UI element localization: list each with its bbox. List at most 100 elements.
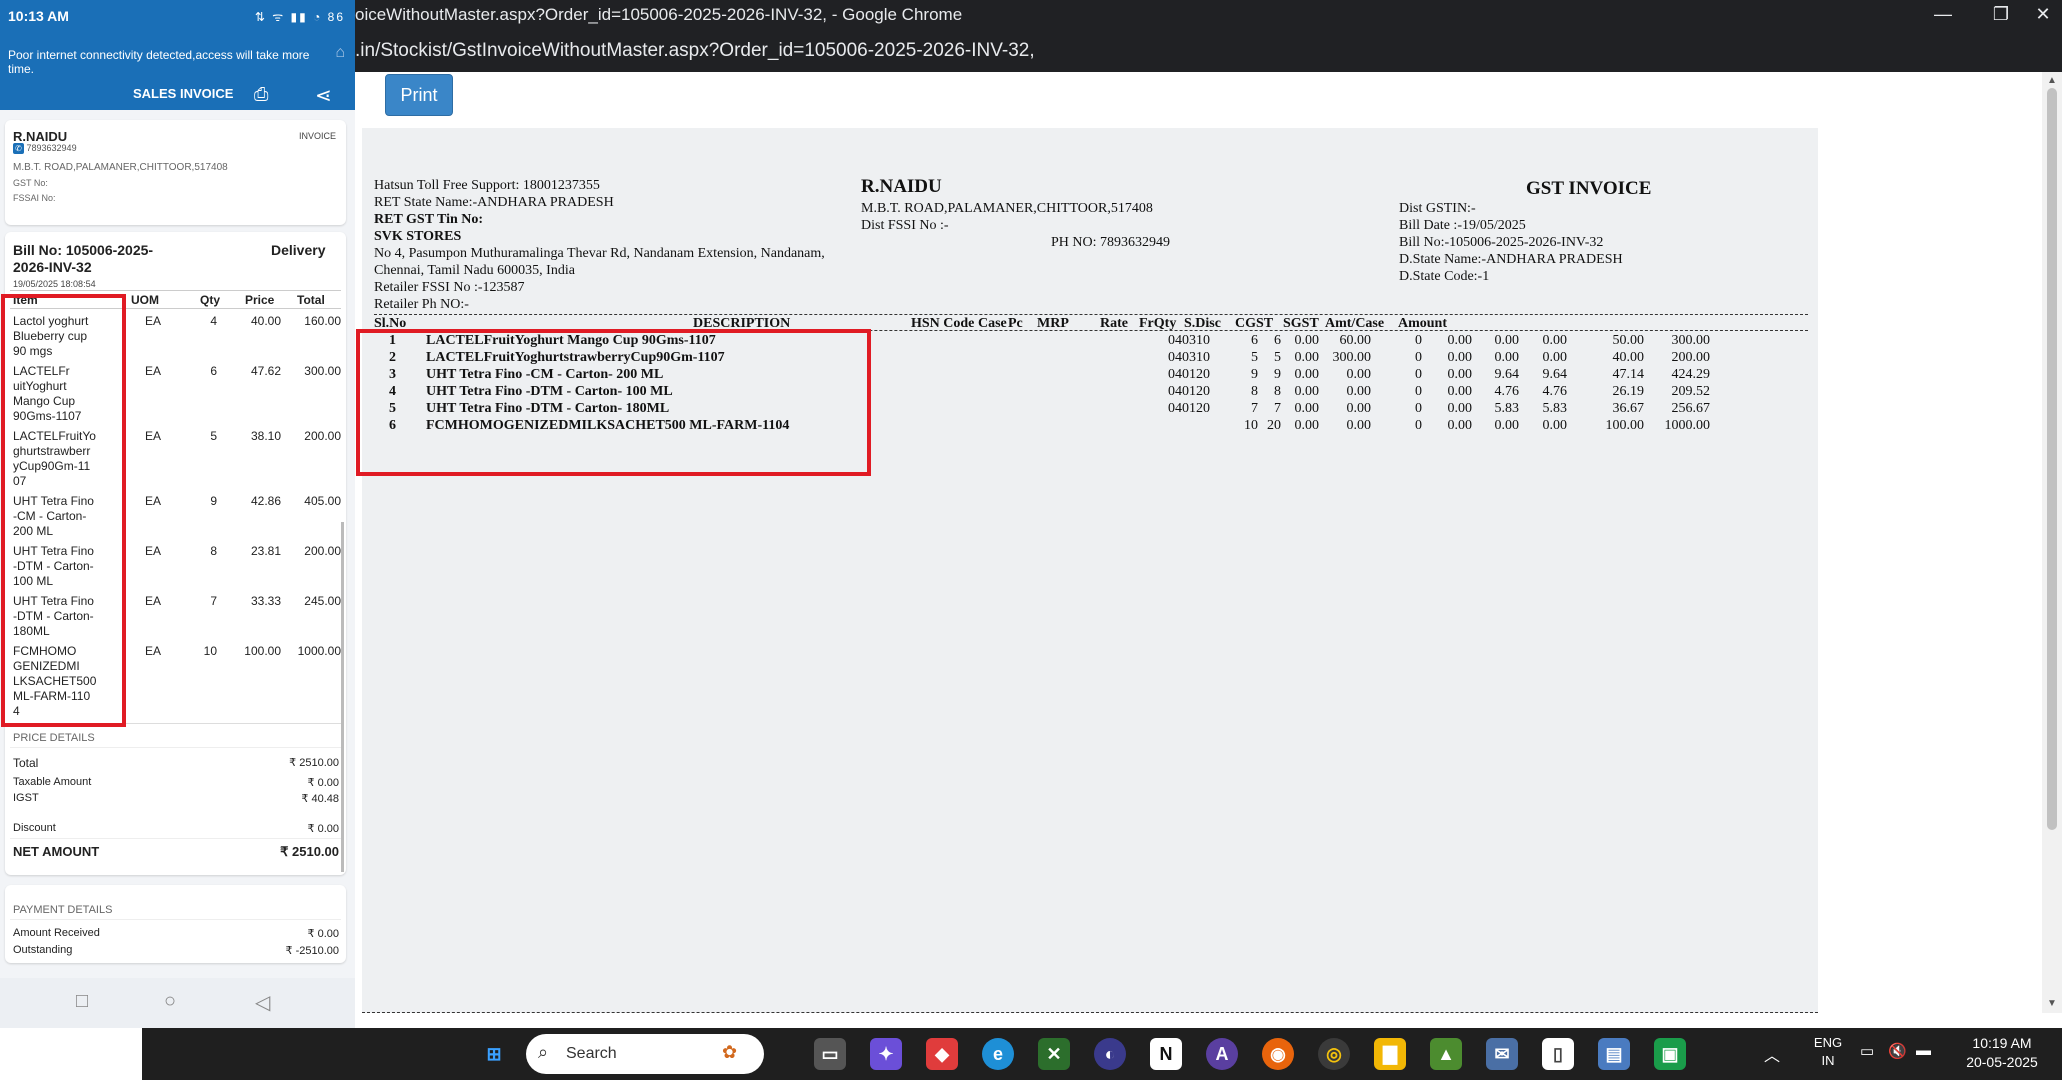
invoice-cell-sgst: 4.76 — [1542, 384, 1568, 399]
taxable-value: ₹ 0.00 — [307, 777, 339, 789]
task-view-icon[interactable]: ▭ — [814, 1038, 846, 1070]
phone-time: 10:13 AM — [8, 8, 69, 24]
invoice-cell-sgst: 5.83 — [1542, 401, 1568, 416]
item-uom: EA — [145, 494, 162, 508]
window-title-bar: oiceWithoutMaster.aspx?Order_id=105006-2… — [355, 0, 2062, 30]
list-scrollbar[interactable] — [341, 522, 344, 872]
taskbar-search[interactable]: ⌕ Search ✿ — [526, 1034, 764, 1074]
price-details-heading: PRICE DETAILS — [13, 732, 95, 744]
notepad-icon[interactable]: ▯ — [1542, 1038, 1574, 1070]
item-qty: 6 — [210, 364, 217, 378]
invoice-cell-amount: 200.00 — [1671, 350, 1711, 365]
invoice-cell-hsn: 040120 — [1168, 401, 1210, 416]
invoice-cell-amtcase: 100.00 — [1605, 418, 1645, 433]
retailer-fssi: Retailer FSSI No :-123587 — [374, 280, 525, 295]
bill-date: Bill Date :-19/05/2025 — [1399, 218, 1526, 233]
invoice-cell-amount: 424.29 — [1671, 367, 1711, 382]
invoice-cell-case: 9 — [1251, 367, 1258, 382]
chrome-window: oiceWithoutMaster.aspx?Order_id=105006-2… — [355, 0, 2062, 1013]
tray-chevron-icon[interactable]: ︿ — [1764, 1042, 1780, 1066]
scroll-up-icon[interactable]: ▲ — [2045, 74, 2059, 88]
mail-icon[interactable]: ✉ — [1486, 1038, 1518, 1070]
item-price: 38.10 — [250, 429, 281, 443]
battery-icon[interactable]: ▬ — [1916, 1042, 1931, 1059]
invoice-cell-pc: 9 — [1274, 367, 1281, 382]
sheets-tool-icon[interactable]: ✕ — [1038, 1038, 1070, 1070]
bill-datetime: 19/05/2025 18:08:54 — [13, 279, 96, 289]
recents-icon[interactable]: □ — [76, 990, 88, 1013]
edge-icon[interactable]: e — [982, 1038, 1014, 1070]
system-clock[interactable]: 10:19 AM 20-05-2025 — [1952, 1034, 2052, 1072]
customer-address: M.B.T. ROAD,PALAMANER,CHITTOOR,517408 — [13, 162, 228, 173]
anydesk-icon[interactable]: ◆ — [926, 1038, 958, 1070]
scroll-down-icon[interactable]: ▼ — [2045, 997, 2059, 1011]
net-amount-value: ₹ 2510.00 — [280, 844, 339, 859]
igst-value: ₹ 40.48 — [301, 793, 339, 805]
file-explorer-icon[interactable]: ▇ — [1374, 1038, 1406, 1070]
firefox-icon[interactable]: ◉ — [1262, 1038, 1294, 1070]
invoice-cell-frqty: 0 — [1415, 384, 1422, 399]
invoice-cell-amtcase: 47.14 — [1612, 367, 1645, 382]
eclipse-icon[interactable]: ◐ — [1094, 1038, 1126, 1070]
chat-icon[interactable]: ▤ — [1598, 1038, 1630, 1070]
phone-icon: ✆ — [13, 143, 24, 155]
invoice-cell-rate: 300.00 — [1332, 350, 1372, 365]
invoice-cell-rate: 0.00 — [1346, 401, 1372, 416]
invoice-cell-hsn: 040310 — [1168, 350, 1210, 365]
item-price: 47.62 — [250, 364, 281, 378]
copilot-icon[interactable]: ✦ — [870, 1038, 902, 1070]
item-price: 100.00 — [244, 644, 281, 658]
volume-muted-icon[interactable]: 🔇 — [1888, 1042, 1907, 1060]
chrome-icon[interactable]: ◎ — [1318, 1038, 1350, 1070]
invoice-column-header: S.Disc — [1184, 316, 1221, 331]
back-icon[interactable]: ◁ — [255, 990, 270, 1015]
item-qty: 7 — [210, 594, 217, 608]
invoice-column-header: MRP — [1037, 316, 1069, 331]
app-a-icon[interactable]: A — [1206, 1038, 1238, 1070]
total-label: Total — [13, 756, 39, 770]
distributor-address: M.B.T. ROAD,PALAMANER,CHITTOOR,517408 — [861, 201, 1153, 216]
invoice-cell-mrp: 0.00 — [1294, 384, 1320, 399]
invoice-cell-cgst: 4.76 — [1494, 384, 1520, 399]
close-button[interactable]: ✕ — [2015, 0, 2062, 30]
table-top-rule — [374, 314, 1808, 315]
invoice-cell-amtcase: 26.19 — [1612, 384, 1645, 399]
language-indicator[interactable]: ENG IN — [1808, 1034, 1848, 1070]
bill-number: Bill No:-105006-2025-2026-INV-32 — [1399, 235, 1604, 250]
invoice-cell-frqty: 0 — [1415, 367, 1422, 382]
scroll-thumb[interactable] — [2047, 88, 2057, 830]
invoice-column-header: SGST — [1283, 316, 1319, 331]
home-icon[interactable]: ⌂ — [335, 45, 345, 61]
item-uom: EA — [145, 364, 162, 378]
retailer-address-2: Chennai, Tamil Nadu 600035, India — [374, 263, 575, 278]
igst-label: IGST — [13, 792, 39, 804]
green-app-icon[interactable]: ▣ — [1654, 1038, 1686, 1070]
invoice-heading: GST INVOICE — [1526, 178, 1652, 199]
photos-icon[interactable]: ▲ — [1430, 1038, 1462, 1070]
print-button[interactable]: Print — [385, 74, 453, 116]
ret-state: RET State Name:-ANDHARA PRADESH — [374, 195, 614, 210]
customer-card: R.NAIDU INVOICE ✆ 7893632949 M.B.T. ROAD… — [5, 120, 346, 225]
invoice-cell-amount: 300.00 — [1671, 333, 1711, 348]
share-icon[interactable]: ⋖ — [315, 83, 332, 108]
home-nav-icon[interactable]: ○ — [164, 990, 176, 1013]
invoice-cell-mrp: 0.00 — [1294, 333, 1320, 348]
address-bar[interactable]: .in/Stockist/GstInvoiceWithoutMaster.asp… — [355, 30, 2062, 72]
invoice-cell-frqty: 0 — [1415, 418, 1422, 433]
print-icon[interactable]: ⎙ — [254, 84, 268, 105]
start-icon[interactable]: ⊞ — [478, 1038, 510, 1070]
invoice-cell-mrp: 0.00 — [1294, 401, 1320, 416]
minimize-button[interactable]: — — [1915, 0, 1971, 30]
item-uom: EA — [145, 594, 162, 608]
vertical-scrollbar[interactable]: ▲ ▼ — [2042, 72, 2062, 1013]
invoice-cell-sdisc: 0.00 — [1447, 418, 1473, 433]
invoice-cell-case: 5 — [1251, 350, 1258, 365]
invoice-cell-case: 10 — [1244, 418, 1258, 433]
distributor-fssi: Dist FSSI No :- — [861, 218, 949, 233]
notion-icon[interactable]: N — [1150, 1038, 1182, 1070]
customer-phone-row[interactable]: ✆ 7893632949 — [13, 143, 77, 155]
invoice-cell-sdisc: 0.00 — [1447, 350, 1473, 365]
network-icon[interactable]: ▭ — [1860, 1042, 1874, 1060]
invoice-cell-rate: 60.00 — [1339, 333, 1372, 348]
search-icon: ⌕ — [538, 1042, 549, 1062]
